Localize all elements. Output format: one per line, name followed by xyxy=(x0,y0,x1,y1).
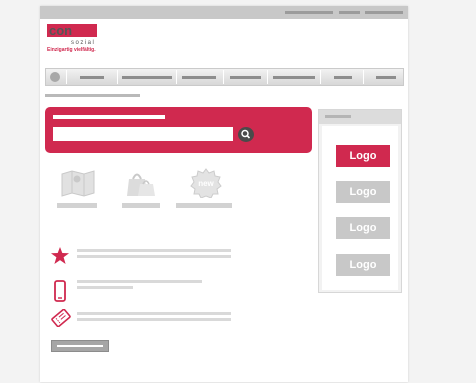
feature-label-map xyxy=(57,203,97,208)
feature-shop[interactable] xyxy=(123,168,159,203)
feature-label-new xyxy=(176,203,232,208)
brand-subtitle: sozial xyxy=(71,40,95,46)
mobile-phone-icon xyxy=(54,280,66,307)
nav-item[interactable] xyxy=(230,76,261,79)
nav-divider xyxy=(223,70,224,84)
brand-logo[interactable]: con sozial xyxy=(47,23,97,49)
sidebar-header xyxy=(319,110,401,124)
new-badge-icon: new xyxy=(190,168,222,199)
list-item-line xyxy=(77,280,202,283)
list-item-line xyxy=(77,286,133,289)
top-link[interactable] xyxy=(285,11,333,14)
nav-item[interactable] xyxy=(376,76,396,79)
nav-divider xyxy=(363,70,364,84)
partner-logo-1[interactable]: Logo xyxy=(336,145,390,167)
ticket-icon xyxy=(51,308,71,332)
nav-divider xyxy=(267,70,268,84)
nav-divider xyxy=(176,70,177,84)
brand-logo-graphic: con sozial xyxy=(47,23,97,46)
breadcrumb xyxy=(45,94,140,97)
brand-name: con xyxy=(49,24,72,38)
more-button[interactable] xyxy=(51,340,109,352)
nav-item[interactable] xyxy=(122,76,172,79)
top-link[interactable] xyxy=(339,11,360,14)
nav-item[interactable] xyxy=(80,76,104,79)
page-frame: con sozial Einzigartig vielfältig. new L… xyxy=(40,6,408,382)
nav-item[interactable] xyxy=(273,76,315,79)
more-button-label xyxy=(57,345,103,347)
nav-divider xyxy=(117,70,118,84)
feature-label-shop xyxy=(122,203,160,208)
nav-item[interactable] xyxy=(182,76,216,79)
nav-divider xyxy=(320,70,321,84)
shopping-bag-icon xyxy=(127,173,155,196)
nav-item[interactable] xyxy=(334,76,352,79)
partner-sidebar: Logo Logo Logo Logo xyxy=(318,109,402,293)
home-icon[interactable] xyxy=(50,72,60,82)
sidebar-title xyxy=(325,115,351,118)
list-item-line xyxy=(77,312,231,315)
main-navigation xyxy=(45,68,404,86)
list-item-line xyxy=(77,249,231,252)
search-panel xyxy=(45,107,312,153)
list-item-line xyxy=(77,255,231,258)
top-utility-bar xyxy=(40,6,408,19)
feature-map[interactable] xyxy=(60,168,96,203)
partner-logo-3[interactable]: Logo xyxy=(336,217,390,239)
new-badge-text: new xyxy=(198,179,214,188)
feature-new[interactable]: new xyxy=(188,168,224,203)
top-link[interactable] xyxy=(365,11,403,14)
partner-logo-2[interactable]: Logo xyxy=(336,181,390,203)
search-panel-title xyxy=(53,115,165,119)
search-icon xyxy=(241,129,251,139)
nav-divider xyxy=(66,70,67,84)
sidebar-logo-list: Logo Logo Logo Logo xyxy=(322,126,398,290)
partner-logo-4[interactable]: Logo xyxy=(336,254,390,276)
brand-tagline: Einzigartig vielfältig. xyxy=(47,47,96,53)
search-input[interactable] xyxy=(53,127,233,141)
map-icon xyxy=(61,170,95,197)
search-button[interactable] xyxy=(238,127,254,142)
list-item-line xyxy=(77,318,231,321)
star-icon xyxy=(51,247,69,269)
